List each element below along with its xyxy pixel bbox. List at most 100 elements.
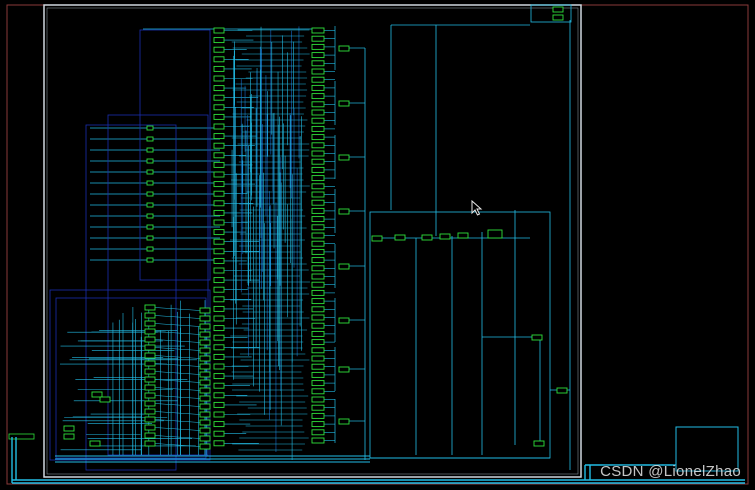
logic-gate[interactable] bbox=[63, 425, 75, 432]
logic-gate[interactable] bbox=[213, 305, 225, 312]
logic-gate[interactable] bbox=[311, 281, 325, 288]
logic-gate[interactable] bbox=[213, 94, 225, 101]
logic-gate[interactable] bbox=[311, 101, 325, 108]
logic-gate[interactable] bbox=[338, 366, 350, 373]
logic-gate[interactable] bbox=[213, 286, 225, 293]
logic-gate[interactable] bbox=[311, 175, 325, 182]
logic-gate[interactable] bbox=[144, 304, 156, 311]
logic-gate[interactable] bbox=[213, 401, 225, 408]
logic-gate[interactable] bbox=[213, 142, 225, 149]
logic-gate[interactable] bbox=[311, 421, 325, 428]
logic-gate[interactable] bbox=[213, 161, 225, 168]
logic-gate[interactable] bbox=[338, 263, 350, 270]
logic-gate[interactable] bbox=[213, 334, 225, 341]
logic-cells[interactable] bbox=[63, 27, 350, 450]
logic-gate[interactable] bbox=[311, 109, 325, 116]
logic-gate[interactable] bbox=[144, 312, 156, 319]
logic-gate[interactable] bbox=[311, 322, 325, 329]
logic-gate[interactable] bbox=[311, 191, 325, 198]
logic-gate[interactable] bbox=[146, 169, 154, 175]
logic-gate[interactable] bbox=[199, 355, 211, 362]
logic-gate[interactable] bbox=[199, 379, 211, 386]
logic-gate[interactable] bbox=[311, 150, 325, 157]
logic-gate[interactable] bbox=[199, 443, 211, 450]
logic-gate[interactable] bbox=[213, 171, 225, 178]
logic-gate[interactable] bbox=[311, 134, 325, 141]
logic-gate[interactable] bbox=[144, 344, 156, 351]
logic-gate[interactable] bbox=[144, 336, 156, 343]
logic-gate[interactable] bbox=[146, 202, 154, 208]
logic-gate[interactable] bbox=[144, 432, 156, 439]
logic-gate[interactable] bbox=[146, 191, 154, 197]
logic-gate[interactable] bbox=[199, 315, 211, 322]
logic-gate[interactable] bbox=[311, 257, 325, 264]
logic-gate[interactable] bbox=[144, 384, 156, 391]
logic-gate[interactable] bbox=[311, 437, 325, 444]
logic-gate[interactable] bbox=[311, 347, 325, 354]
logic-gate[interactable] bbox=[89, 440, 101, 447]
logic-gate[interactable] bbox=[311, 166, 325, 173]
logic-gate[interactable] bbox=[213, 133, 225, 140]
logic-gate[interactable] bbox=[213, 65, 225, 72]
logic-gate[interactable] bbox=[311, 429, 325, 436]
logic-gate[interactable] bbox=[199, 435, 211, 442]
logic-gate[interactable] bbox=[311, 380, 325, 387]
logic-gate[interactable] bbox=[213, 248, 225, 255]
logic-gate[interactable] bbox=[311, 371, 325, 378]
logic-gate[interactable] bbox=[144, 376, 156, 383]
logic-gate[interactable] bbox=[199, 323, 211, 330]
logic-gate[interactable] bbox=[146, 158, 154, 164]
logic-gate[interactable] bbox=[144, 424, 156, 431]
logic-gate[interactable] bbox=[146, 125, 154, 131]
logic-gate[interactable] bbox=[338, 100, 350, 107]
logic-gate[interactable] bbox=[213, 363, 225, 370]
logic-gate[interactable] bbox=[146, 180, 154, 186]
logic-gate[interactable] bbox=[311, 43, 325, 50]
logic-gate[interactable] bbox=[213, 123, 225, 130]
logic-gate[interactable] bbox=[144, 440, 156, 447]
logic-gate[interactable] bbox=[213, 382, 225, 389]
logic-gate[interactable] bbox=[199, 427, 211, 434]
logic-gate[interactable] bbox=[199, 419, 211, 426]
logic-gate[interactable] bbox=[144, 352, 156, 359]
logic-gate[interactable] bbox=[213, 277, 225, 284]
logic-gate[interactable] bbox=[144, 320, 156, 327]
logic-gate[interactable] bbox=[311, 117, 325, 124]
logic-gate[interactable] bbox=[311, 224, 325, 231]
logic-gate[interactable] bbox=[146, 213, 154, 219]
logic-gate[interactable] bbox=[311, 232, 325, 239]
logic-gate[interactable] bbox=[213, 296, 225, 303]
logic-gate[interactable] bbox=[199, 371, 211, 378]
logic-gate[interactable] bbox=[213, 104, 225, 111]
logic-gate[interactable] bbox=[311, 339, 325, 346]
logic-gate[interactable] bbox=[144, 416, 156, 423]
logic-gate[interactable] bbox=[311, 35, 325, 42]
logic-gate[interactable] bbox=[213, 373, 225, 380]
logic-gate[interactable] bbox=[213, 152, 225, 159]
logic-gate[interactable] bbox=[213, 85, 225, 92]
logic-gate[interactable] bbox=[144, 392, 156, 399]
logic-gate[interactable] bbox=[63, 433, 75, 440]
logic-gate[interactable] bbox=[213, 411, 225, 418]
logic-gate[interactable] bbox=[199, 403, 211, 410]
logic-gate[interactable] bbox=[213, 113, 225, 120]
logic-gate[interactable] bbox=[146, 224, 154, 230]
logic-gate[interactable] bbox=[311, 199, 325, 206]
logic-gate[interactable] bbox=[311, 265, 325, 272]
logic-gate[interactable] bbox=[213, 421, 225, 428]
logic-gate[interactable] bbox=[311, 27, 325, 34]
logic-gate[interactable] bbox=[144, 408, 156, 415]
logic-gate[interactable] bbox=[311, 142, 325, 149]
logic-gate[interactable] bbox=[213, 353, 225, 360]
logic-gate[interactable] bbox=[338, 45, 350, 52]
logic-gate[interactable] bbox=[311, 216, 325, 223]
logic-gate[interactable] bbox=[338, 317, 350, 324]
logic-gate[interactable] bbox=[311, 76, 325, 83]
logic-gate[interactable] bbox=[311, 363, 325, 370]
logic-gate[interactable] bbox=[99, 396, 111, 403]
logic-gate[interactable] bbox=[311, 289, 325, 296]
logic-gate[interactable] bbox=[213, 440, 225, 447]
control-gates[interactable] bbox=[371, 6, 568, 447]
logic-gate[interactable] bbox=[199, 411, 211, 418]
logic-gate[interactable] bbox=[311, 158, 325, 165]
